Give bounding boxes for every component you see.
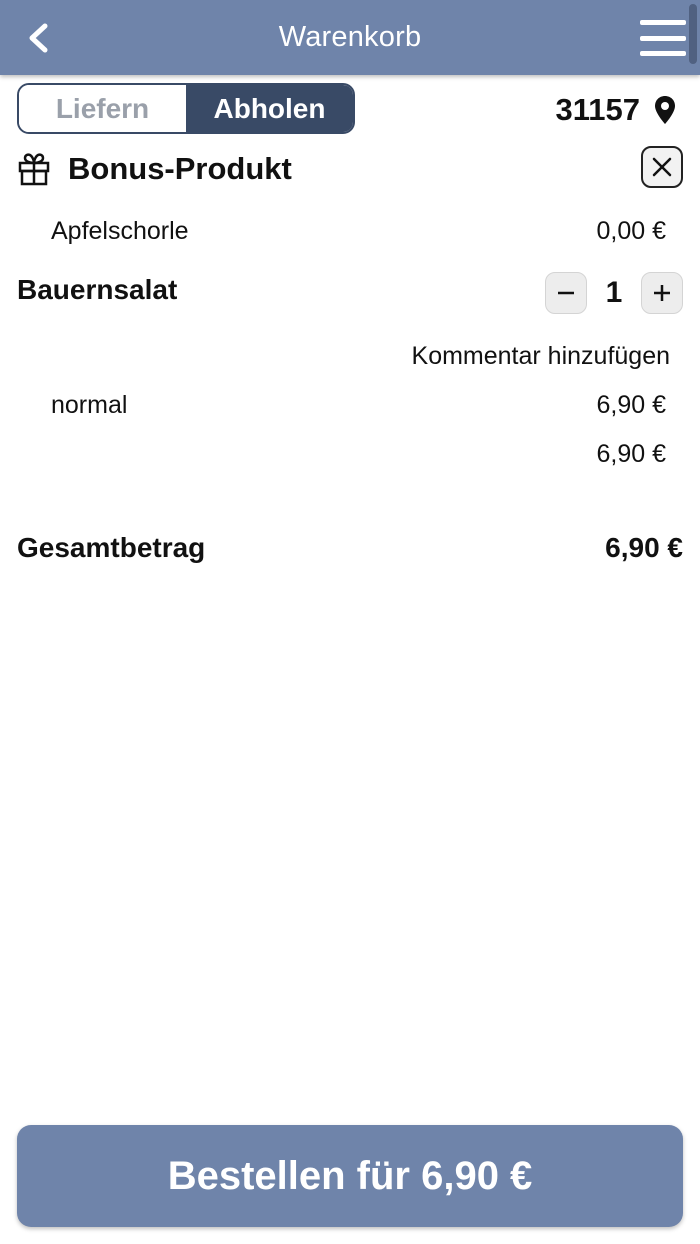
close-icon <box>652 157 672 177</box>
tab-liefern[interactable]: Liefern <box>19 85 186 132</box>
zip-code: 31157 <box>555 92 641 127</box>
increase-quantity-button[interactable] <box>641 272 683 314</box>
total-label: Gesamtbetrag <box>17 532 206 563</box>
hamburger-menu-icon <box>640 20 686 25</box>
variant-price: 6,90 € <box>596 391 666 419</box>
menu-button[interactable] <box>640 18 686 58</box>
page-title: Warenkorb <box>278 21 422 53</box>
quantity-stepper: 1 <box>545 272 683 314</box>
back-button[interactable] <box>18 18 58 58</box>
scrollbar[interactable] <box>689 4 697 64</box>
total-value: 6,90 € <box>605 532 683 563</box>
bonus-item-name: Apfelschorle <box>51 217 189 245</box>
place-order-button[interactable]: Bestellen für 6,90 € <box>17 1125 683 1227</box>
decrease-quantity-button[interactable] <box>545 272 587 314</box>
tab-abholen[interactable]: Abholen <box>186 85 353 132</box>
bonus-title: Bonus-Produkt <box>68 151 292 186</box>
variant-name: normal <box>51 391 128 419</box>
top-app-bar: Warenkorb <box>0 0 700 75</box>
gift-icon <box>18 153 50 186</box>
item-subtotal: 6,90 € <box>596 440 666 468</box>
minus-icon <box>558 291 574 295</box>
bonus-header: Bonus-Produkt <box>17 146 683 192</box>
quantity-value: 1 <box>605 276 623 309</box>
remove-bonus-button[interactable] <box>641 146 683 188</box>
plus-icon <box>654 285 670 301</box>
chevron-left-icon <box>29 23 48 53</box>
location-selector[interactable]: 31157 <box>556 88 677 132</box>
add-comment-link[interactable]: Kommentar hinzufügen <box>412 342 670 371</box>
cart-item-name: Bauernsalat <box>17 274 178 305</box>
bonus-item-price: 0,00 € <box>596 217 666 245</box>
delivery-mode-toggle: Liefern Abholen <box>17 83 355 134</box>
location-pin-icon <box>655 96 675 124</box>
